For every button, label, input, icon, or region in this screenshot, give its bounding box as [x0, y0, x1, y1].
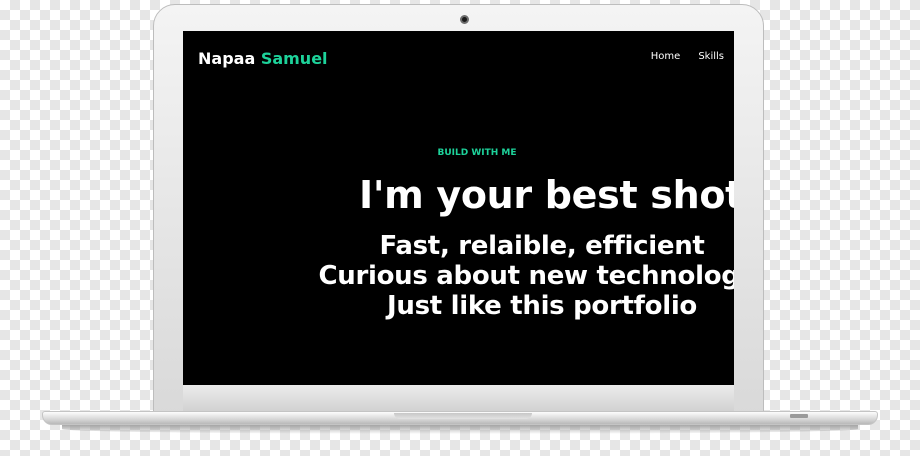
- hero-tagline-1: Fast, relaible, efficient: [379, 231, 705, 261]
- laptop-screen: Napaa Samuel Home Skills BUILD WITH ME I…: [183, 31, 734, 385]
- logo-last-name: Samuel: [260, 49, 328, 68]
- nav-home-link[interactable]: Home: [651, 51, 681, 62]
- site-logo[interactable]: Napaa Samuel: [198, 49, 328, 68]
- webcam-icon: [460, 15, 469, 24]
- laptop-bezel-chin: [183, 385, 734, 411]
- laptop-hinge-notch: [394, 413, 532, 419]
- hero-tagline-3: Just like this portfolio: [386, 291, 698, 321]
- hero-kicker: BUILD WITH ME: [437, 148, 517, 158]
- hero-headline: I'm your best shot: [358, 173, 734, 217]
- laptop-port: [790, 414, 808, 418]
- logo-first-name: Napaa: [198, 49, 256, 68]
- hero-tagline-2: Curious about new technologie: [318, 261, 734, 291]
- laptop-shadow: [62, 424, 858, 434]
- nav-skills-link[interactable]: Skills: [698, 51, 724, 62]
- top-nav: Home Skills: [651, 51, 724, 62]
